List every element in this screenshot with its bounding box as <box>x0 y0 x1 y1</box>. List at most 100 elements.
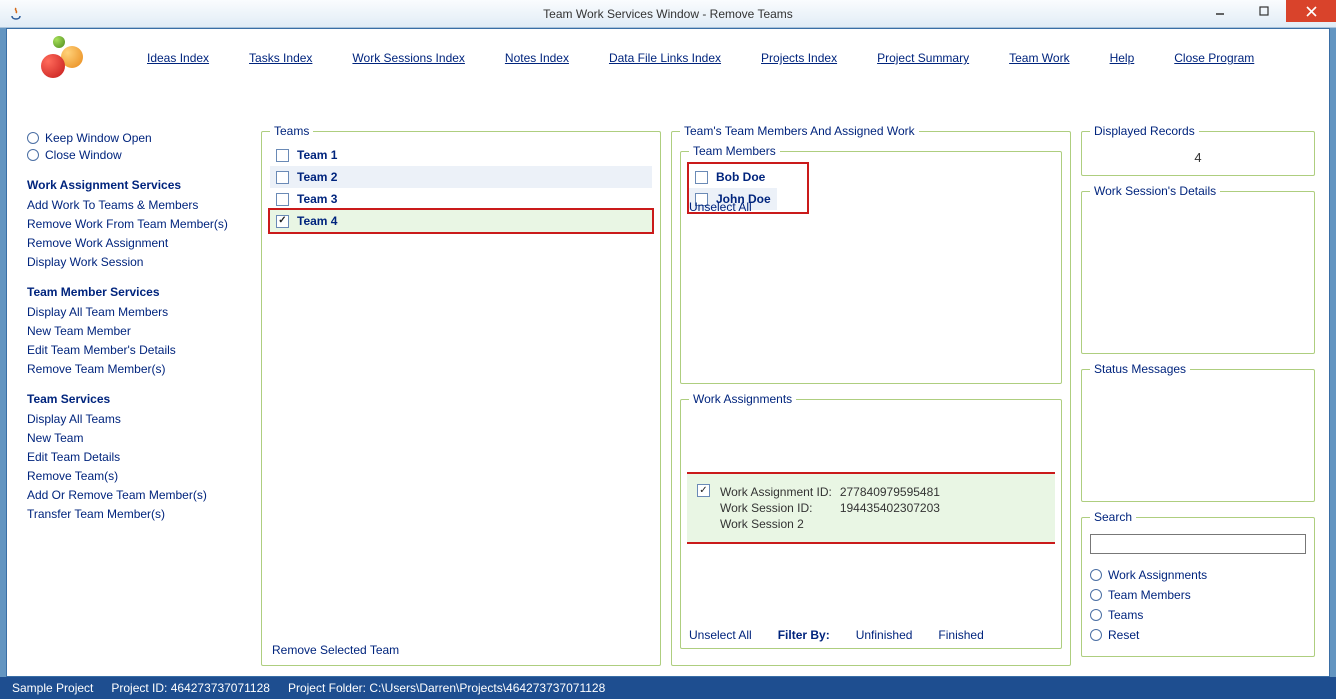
app-frame: Ideas Index Tasks Index Work Sessions In… <box>6 28 1330 677</box>
menu-project-summary[interactable]: Project Summary <box>877 51 969 65</box>
menu-work-sessions-index[interactable]: Work Sessions Index <box>352 51 465 65</box>
members-unselect-all[interactable]: Unselect All <box>689 200 752 214</box>
displayed-records-panel: Displayed Records 4 <box>1081 124 1315 176</box>
work-session-details-panel: Work Session's Details Work Session ID:1… <box>1081 184 1315 354</box>
link-transfer-members[interactable]: Transfer Team Member(s) <box>27 507 245 521</box>
radio-icon <box>1090 569 1102 581</box>
team-checkbox[interactable] <box>276 215 289 228</box>
team-row[interactable]: Team 4 <box>270 210 652 232</box>
remove-selected-team[interactable]: Remove Selected Team <box>272 643 399 657</box>
team-checkbox[interactable] <box>276 193 289 206</box>
menu-close-program[interactable]: Close Program <box>1174 51 1254 65</box>
search-opt-work-assignments[interactable]: Work Assignments <box>1090 568 1306 582</box>
work-assignments-panel: Work Assignments Work Assignment ID:2778… <box>680 392 1062 649</box>
teams-legend: Teams <box>270 124 313 138</box>
section-work-assignment-services: Work Assignment Services <box>27 178 245 192</box>
work-session-details-legend: Work Session's Details <box>1090 184 1220 198</box>
link-new-team[interactable]: New Team <box>27 431 245 445</box>
section-team-services: Team Services <box>27 392 245 406</box>
work-assignment-checkbox[interactable] <box>697 484 710 497</box>
radio-keep-window-open[interactable]: Keep Window Open <box>27 131 245 145</box>
ws-id-value: 194435402307203 <box>840 500 948 516</box>
filter-by-label: Filter By: <box>778 628 830 642</box>
maximize-button[interactable] <box>1242 0 1286 22</box>
link-remove-team[interactable]: Remove Team(s) <box>27 469 245 483</box>
radio-icon <box>1090 589 1102 601</box>
app-logo <box>37 36 87 80</box>
radio-icon <box>1090 609 1102 621</box>
radio-icon <box>1090 629 1102 641</box>
work-assignment-item[interactable]: Work Assignment ID:277840979595481 Work … <box>687 474 1055 542</box>
search-legend: Search <box>1090 510 1136 524</box>
member-label: Bob Doe <box>716 170 765 184</box>
menu-notes-index[interactable]: Notes Index <box>505 51 569 65</box>
menu-strip: Ideas Index Tasks Index Work Sessions In… <box>7 29 1329 87</box>
radio-close-window[interactable]: Close Window <box>27 148 245 162</box>
wa-id-value: 277840979595481 <box>840 484 948 500</box>
ws-id-label: Work Session ID: <box>720 500 840 516</box>
menu-projects-index[interactable]: Projects Index <box>761 51 837 65</box>
link-remove-member[interactable]: Remove Team Member(s) <box>27 362 245 376</box>
displayed-records-legend: Displayed Records <box>1090 124 1199 138</box>
team-row[interactable]: Team 2 <box>270 166 652 188</box>
link-remove-work-assignment[interactable]: Remove Work Assignment <box>27 236 245 250</box>
link-remove-work-from-members[interactable]: Remove Work From Team Member(s) <box>27 217 245 231</box>
team-label: Team 1 <box>297 148 337 162</box>
menu-ideas-index[interactable]: Ideas Index <box>147 51 209 65</box>
search-opt-teams[interactable]: Teams <box>1090 608 1306 622</box>
team-checkbox[interactable] <box>276 149 289 162</box>
status-messages-panel: Status Messages <box>1081 362 1315 502</box>
team-row[interactable]: Team 3 <box>270 188 652 210</box>
members-and-work-panel: Team's Team Members And Assigned Work Te… <box>671 124 1071 666</box>
teams-panel: Teams Team 1 Team 2 Team 3 Team 4 Remove Se… <box>261 124 661 666</box>
radio-icon <box>27 132 39 144</box>
member-checkbox[interactable] <box>695 171 708 184</box>
radio-icon <box>27 149 39 161</box>
link-edit-member[interactable]: Edit Team Member's Details <box>27 343 245 357</box>
link-display-all-teams[interactable]: Display All Teams <box>27 412 245 426</box>
work-assignments-scroll[interactable]: Work Assignment ID:277840979595481 Work … <box>687 424 1055 618</box>
status-project-folder: Project Folder: C:\Users\Darren\Projects… <box>288 681 605 695</box>
team-members-legend: Team Members <box>689 144 780 158</box>
window-title: Team Work Services Window - Remove Teams <box>0 7 1336 21</box>
sidebar: Keep Window Open Close Window Work Assig… <box>21 124 251 666</box>
java-icon <box>8 6 24 22</box>
title-bar: Team Work Services Window - Remove Teams <box>0 0 1336 28</box>
link-display-work-session[interactable]: Display Work Session <box>27 255 245 269</box>
status-project: Sample Project <box>12 681 93 695</box>
work-assignments-legend: Work Assignments <box>689 392 796 406</box>
filter-unfinished[interactable]: Unfinished <box>856 628 913 642</box>
status-messages-legend: Status Messages <box>1090 362 1190 376</box>
members-and-work-legend: Team's Team Members And Assigned Work <box>680 124 919 138</box>
search-panel: Search Work Assignments Team Members Tea… <box>1081 510 1315 657</box>
team-members-panel: Team Members Bob DoeJohn Doe Unselect Al… <box>680 144 1062 384</box>
team-label: Team 2 <box>297 170 337 184</box>
team-label: Team 3 <box>297 192 337 206</box>
status-project-id: Project ID: 464273737071128 <box>111 681 270 695</box>
wa-id-label: Work Assignment ID: <box>720 484 840 500</box>
menu-tasks-index[interactable]: Tasks Index <box>249 51 312 65</box>
filter-finished[interactable]: Finished <box>938 628 983 642</box>
team-checkbox[interactable] <box>276 171 289 184</box>
search-input[interactable] <box>1090 534 1306 554</box>
link-edit-team[interactable]: Edit Team Details <box>27 450 245 464</box>
menu-data-file-links-index[interactable]: Data File Links Index <box>609 51 721 65</box>
wa-unselect-all[interactable]: Unselect All <box>689 628 752 642</box>
status-bar: Sample Project Project ID: 4642737370711… <box>0 677 1336 699</box>
close-button[interactable] <box>1286 0 1336 22</box>
link-add-work[interactable]: Add Work To Teams & Members <box>27 198 245 212</box>
search-opt-team-members[interactable]: Team Members <box>1090 588 1306 602</box>
link-display-all-members[interactable]: Display All Team Members <box>27 305 245 319</box>
menu-team-work[interactable]: Team Work <box>1009 51 1069 65</box>
member-row[interactable]: Bob Doe <box>689 166 777 188</box>
team-label: Team 4 <box>297 214 337 228</box>
link-add-remove-members[interactable]: Add Or Remove Team Member(s) <box>27 488 245 502</box>
displayed-records-count: 4 <box>1090 144 1306 167</box>
link-new-member[interactable]: New Team Member <box>27 324 245 338</box>
ws-name: Work Session 2 <box>720 516 840 532</box>
search-opt-reset[interactable]: Reset <box>1090 628 1306 642</box>
section-team-member-services: Team Member Services <box>27 285 245 299</box>
minimize-button[interactable] <box>1198 0 1242 22</box>
menu-help[interactable]: Help <box>1110 51 1135 65</box>
team-row[interactable]: Team 1 <box>270 144 652 166</box>
